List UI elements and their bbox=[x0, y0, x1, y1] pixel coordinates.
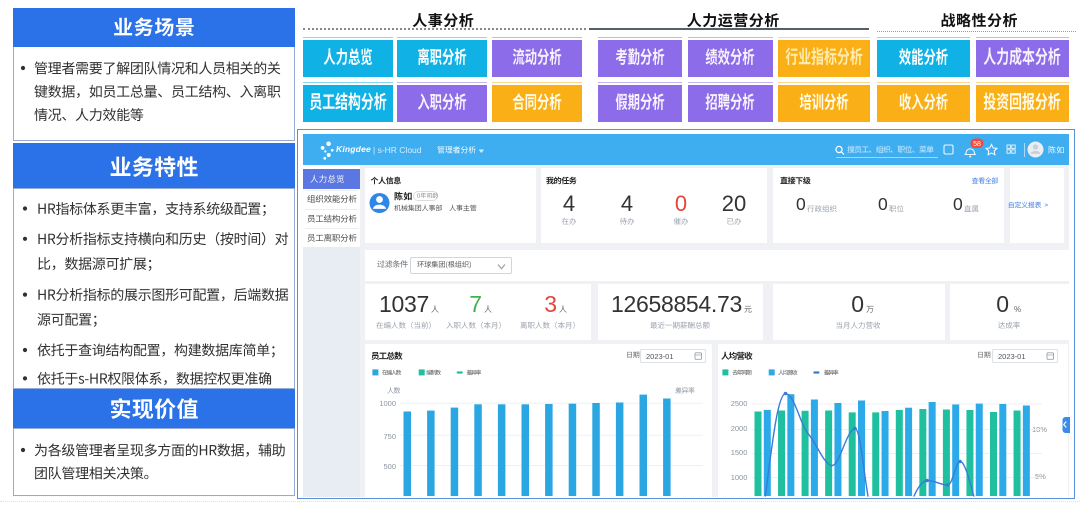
svg-text:58: 58 bbox=[973, 141, 981, 148]
